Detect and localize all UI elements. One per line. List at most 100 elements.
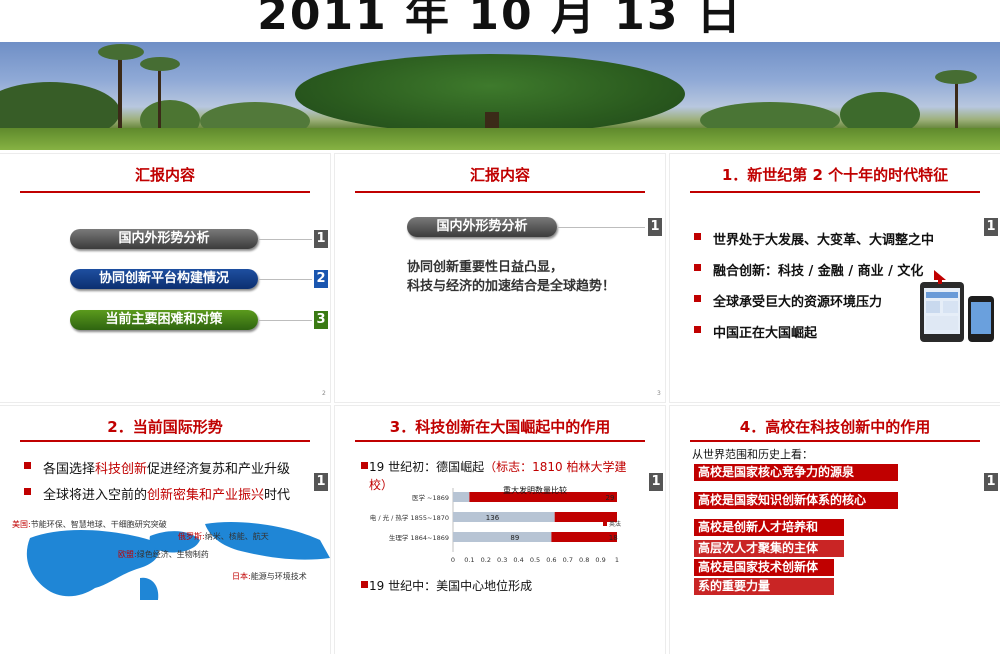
role-bar-4: 高校是国家技术创新体 — [694, 559, 834, 576]
agenda-item-1: 国内外形势分析 — [70, 229, 258, 249]
chart-data-label: 29 — [606, 494, 615, 502]
map-label-russia: 俄罗斯:纳米、核能、航天 — [178, 532, 269, 541]
connector-line — [258, 239, 312, 240]
title-underline — [690, 440, 980, 442]
bullet-text-4: 中国正在大国崛起 — [713, 326, 818, 341]
map-label-europe: 欧盟:绿色经济、生物制药 — [118, 550, 209, 559]
chart-category-label: 电 / 光 / 热学 1855~1870 — [370, 513, 449, 522]
invention-bar-chart: 医学 ~1869 电 / 光 / 热学 1855~1870 生理学 1864~186… — [370, 485, 621, 564]
intro-text: 从世界范围和历史上看： — [692, 448, 813, 461]
slide-thumbnail-1[interactable]: 汇报内容 国内外形势分析 1 协同创新平台构建情况 2 当前主要困难和对策 3 … — [0, 154, 330, 402]
page-title: 2011 年 10 月 13 日 — [257, 0, 743, 40]
page-number: 2 — [322, 390, 326, 397]
title-underline — [20, 440, 310, 442]
chart-legend-swatch — [603, 522, 607, 526]
chart-tick-label: 0.3 — [497, 556, 507, 564]
section-number: 1 — [984, 218, 998, 236]
chart-category-label: 医学 ~1869 — [412, 493, 449, 502]
chart-bar — [554, 512, 617, 522]
chart-tick-label: 0.6 — [546, 556, 556, 564]
slide-thumbnail-5[interactable]: 3．科技创新在大国崛起中的作用 19 世纪初：德国崛起（标志：1810 柏林大学… — [335, 406, 665, 654]
bullet-icon — [694, 264, 701, 271]
chart-tick-label: 0.7 — [563, 556, 573, 564]
bullet-icon — [694, 295, 701, 302]
summary-line-1: 协同创新重要性日益凸显， — [407, 260, 564, 275]
slide-title: 汇报内容 — [134, 166, 195, 184]
chart-bar — [453, 512, 555, 522]
chart-tick-label: 0.4 — [513, 556, 523, 564]
chart-tick-label: 0.1 — [464, 556, 474, 564]
role-bar-3: 高校是创新人才培养和 — [694, 519, 844, 536]
bullet-text-3: 全球承受巨大的资源环境压力 — [713, 295, 883, 310]
lawn — [0, 128, 1000, 150]
chart-tick-label: 1 — [615, 556, 619, 564]
chart-tick-label: 0.2 — [481, 556, 491, 564]
connector-line — [557, 227, 645, 228]
agenda-number-1: 1 — [314, 230, 328, 248]
slide-thumbnail-3[interactable]: 1．新世纪第 2 个十年的时代特征 世界处于大发展、大变革、大调整之中 融合创新… — [670, 154, 1000, 402]
slide-title: 1．新世纪第 2 个十年的时代特征 — [721, 166, 949, 184]
role-bar-4b: 系的重要力量 — [694, 578, 834, 595]
agenda-item-3: 当前主要困难和对策 — [70, 310, 258, 330]
title-underline — [355, 440, 645, 442]
chart-title: 重大发明数量比较 — [503, 485, 567, 495]
palm-top — [98, 44, 144, 60]
title-underline — [20, 191, 310, 193]
tablet-phone-icon — [920, 270, 994, 342]
banner-image — [0, 42, 1000, 150]
bullet-text-1: 各国选择科技创新促进经济复苏和产业升级 — [43, 462, 291, 477]
map-label-japan: 日本:能源与环境技术 — [232, 572, 307, 581]
slide-thumbnail-6[interactable]: 4．高校在科技创新中的作用 从世界范围和历史上看： 高校是国家核心竞争力的源泉 … — [670, 406, 1000, 654]
section-number: 1 — [314, 473, 328, 491]
palm-trunk — [118, 50, 122, 140]
title-strip: 2011 年 10 月 13 日 — [0, 0, 1000, 42]
agenda-number-3: 3 — [314, 311, 328, 329]
role-bar-2: 高校是国家知识创新体系的核心 — [694, 492, 898, 509]
bullet-icon — [24, 462, 31, 469]
role-bar-1: 高校是国家核心竞争力的源泉 — [694, 464, 898, 481]
chart-tick-label: 0 — [451, 556, 455, 564]
chart-data-label: 89 — [510, 534, 519, 542]
chart-tick-label: 0.8 — [579, 556, 589, 564]
map-label-usa: 美国:节能环保、智慧地球、干细胞研究突破 — [12, 520, 167, 529]
page-number: 3 — [657, 390, 661, 397]
bullet-text-2: 融合创新：科技 / 金融 / 商业 / 文化 — [713, 264, 924, 279]
palm-top — [935, 70, 977, 84]
bullet-icon — [694, 233, 701, 240]
chart-category-label: 生理学 1864~1869 — [389, 533, 449, 542]
chart-data-label: 18 — [609, 534, 618, 542]
role-bar-3b: 高层次人才聚集的主体 — [694, 540, 844, 557]
chart-legend-label: 英法 — [609, 520, 621, 528]
chart-tick-label: 0.9 — [595, 556, 605, 564]
bullet-icon — [361, 462, 368, 469]
bullet-icon — [361, 581, 368, 588]
slide-title: 2．当前国际形势 — [107, 418, 223, 436]
slide-thumbnail-2[interactable]: 汇报内容 国内外形势分析 1 协同创新重要性日益凸显， 科技与经济的加速结合是全… — [335, 154, 665, 402]
slide-title: 汇报内容 — [469, 166, 530, 184]
bullet-text-2: 全球将进入空前的创新密集和产业振兴时代 — [43, 488, 291, 503]
connector-line — [258, 279, 312, 280]
chart-data-label: 136 — [486, 514, 500, 522]
palm-top — [140, 57, 180, 71]
summary-line-2: 科技与经济的加速结合是全球趋势！ — [407, 279, 616, 294]
chart-tick-label: 0.5 — [530, 556, 540, 564]
slide-title: 3．科技创新在大国崛起中的作用 — [389, 418, 611, 436]
chart-bar — [551, 532, 617, 542]
chart-bar — [453, 492, 470, 502]
slide-thumbnail-4[interactable]: 2．当前国际形势 各国选择科技创新促进经济复苏和产业升级 全球将进入空前的创新密… — [0, 406, 330, 654]
title-underline — [355, 191, 645, 193]
bullet-text-1: 世界处于大发展、大变革、大调整之中 — [713, 233, 935, 248]
agenda-item-1: 国内外形势分析 — [407, 217, 557, 237]
bullet-icon — [694, 326, 701, 333]
agenda-number-1: 1 — [648, 218, 662, 236]
title-underline — [690, 191, 980, 193]
agenda-number-2: 2 — [314, 270, 328, 288]
slide-title: 4．高校在科技创新中的作用 — [739, 418, 931, 436]
bullet-icon — [24, 488, 31, 495]
section-number: 1 — [649, 473, 663, 491]
connector-line — [258, 320, 312, 321]
agenda-item-2: 协同创新平台构建情况 — [70, 269, 258, 289]
bullet-text-2: 19 世纪中：美国中心地位形成 — [369, 579, 533, 593]
chart-bar — [453, 532, 552, 542]
section-number: 1 — [984, 473, 998, 491]
